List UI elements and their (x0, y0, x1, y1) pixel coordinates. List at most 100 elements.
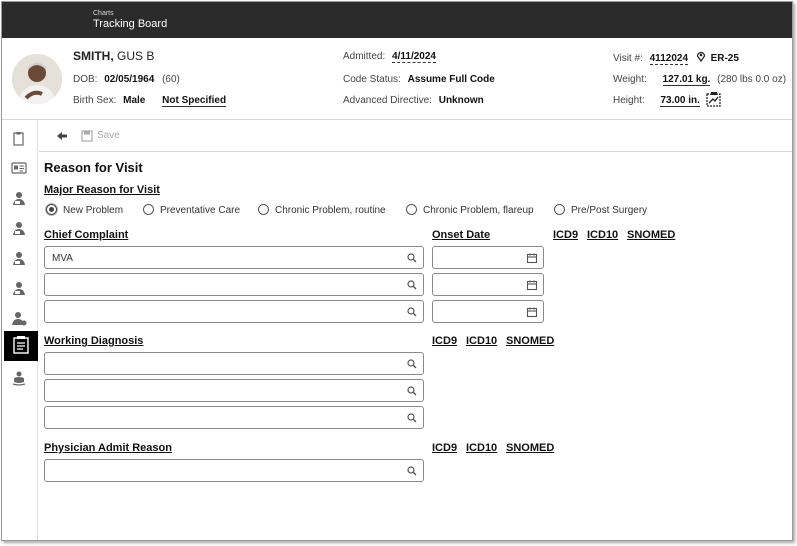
form-title: Reason for Visit (44, 160, 143, 175)
age-value: (60) (162, 74, 180, 85)
search-icon[interactable] (406, 252, 418, 264)
calendar-icon[interactable] (526, 306, 538, 318)
code-status-label: Code Status: (343, 74, 401, 85)
chief-complaint-value: MVA (52, 253, 73, 264)
gender-identity-link[interactable]: Not Specified (162, 95, 227, 107)
radio-label: Pre/Post Surgery (571, 205, 648, 216)
birth-sex-label: Birth Sex: (73, 95, 117, 106)
onset-date-field-3[interactable] (432, 300, 544, 323)
working-diagnosis-icd10-link[interactable]: ICD10 (466, 335, 497, 347)
visit-label: Visit #: (613, 53, 643, 64)
height-row: Height: 73.00 in. (613, 95, 700, 107)
admitted-row: Admitted: 4/11/2024 (343, 51, 436, 63)
calendar-icon[interactable] (526, 252, 538, 264)
admitted-value[interactable]: 4/11/2024 (392, 51, 436, 63)
dob-value: 02/05/1964 (104, 74, 155, 85)
top-bar: Charts Tracking Board (2, 2, 792, 38)
height-label: Height: (613, 95, 645, 106)
clipboard-icon[interactable] (10, 130, 28, 148)
radio-label: Chronic Problem, flareup (423, 205, 534, 216)
radio-indicator[interactable] (554, 204, 565, 215)
doctor-icon-3[interactable] (10, 249, 28, 267)
working-diagnosis-icd9-link[interactable]: ICD9 (432, 335, 457, 347)
app-window: Charts Tracking Board SMITH, GUS B DOB: … (1, 1, 793, 541)
back-arrow-icon[interactable] (55, 129, 69, 143)
toolbar: Save (39, 120, 792, 152)
search-icon[interactable] (406, 358, 418, 370)
admitted-label: Admitted: (343, 51, 386, 62)
chief-complaint-field-3[interactable] (44, 300, 424, 323)
reason-for-visit-nav-icon[interactable] (4, 331, 38, 361)
code-status-row: Code Status: Assume Full Code (343, 74, 495, 85)
radio-pre-post-surgery[interactable]: Pre/Post Surgery (554, 204, 647, 216)
birth-sex-row: Birth Sex: Male Not Specified (73, 95, 227, 107)
save-icon (81, 130, 93, 142)
id-card-icon[interactable] (10, 159, 28, 177)
radio-chronic-flareup[interactable]: Chronic Problem, flareup (406, 204, 534, 216)
working-diagnosis-snomed-link[interactable]: SNOMED (506, 335, 554, 347)
working-diagnosis-label: Working Diagnosis (44, 335, 144, 347)
chief-complaint-snomed-link[interactable]: SNOMED (627, 229, 675, 241)
advanced-directive-label: Advanced Directive: (343, 95, 432, 106)
left-nav (2, 120, 38, 540)
advanced-directive-value: Unknown (438, 95, 484, 106)
radio-indicator[interactable] (46, 204, 57, 215)
onset-date-label: Onset Date (432, 229, 491, 241)
chief-complaint-icd10-link[interactable]: ICD10 (587, 229, 618, 241)
physician-admit-reason-field[interactable] (44, 459, 424, 482)
patient-avatar (12, 54, 62, 104)
working-diagnosis-field-2[interactable] (44, 379, 424, 402)
height-value[interactable]: 73.00 in. (660, 95, 700, 107)
radio-indicator[interactable] (258, 204, 269, 215)
advanced-directive-row: Advanced Directive: Unknown (343, 95, 484, 106)
chief-complaint-icd9-link[interactable]: ICD9 (553, 229, 578, 241)
radio-label: New Problem (63, 205, 124, 216)
admit-reason-icd10-link[interactable]: ICD10 (466, 442, 497, 454)
working-diagnosis-field-1[interactable] (44, 352, 424, 375)
radio-label: Preventative Care (160, 205, 241, 216)
person-check-icon[interactable] (10, 309, 28, 327)
visit-row: Visit #: 4112024 ER-25 (613, 51, 739, 65)
radio-indicator[interactable] (406, 204, 417, 215)
radio-label: Chronic Problem, routine (275, 205, 386, 216)
radio-preventative-care[interactable]: Preventative Care (143, 204, 240, 216)
weight-alt-value: (280 lbs 0.0 oz) (717, 74, 787, 85)
radio-new-problem[interactable]: New Problem (46, 204, 123, 216)
chief-complaint-field-1[interactable]: MVA (44, 246, 424, 269)
doctor-icon-2[interactable] (10, 219, 28, 237)
birth-sex-value: Male (123, 95, 146, 106)
page-title: Tracking Board (93, 18, 168, 30)
patient-name: SMITH, GUS B (73, 49, 154, 63)
dob-row: DOB: 02/05/1964 (60) (73, 74, 180, 85)
doctor-icon-1[interactable] (10, 189, 28, 207)
weight-label: Weight: (613, 74, 647, 85)
visit-number[interactable]: 4112024 (649, 53, 689, 65)
radio-chronic-routine[interactable]: Chronic Problem, routine (258, 204, 386, 216)
calendar-icon[interactable] (526, 279, 538, 291)
code-status-value: Assume Full Code (407, 74, 495, 85)
radio-indicator[interactable] (143, 204, 154, 215)
search-icon[interactable] (406, 412, 418, 424)
search-icon[interactable] (406, 279, 418, 291)
weight-value[interactable]: 127.01 kg. (662, 74, 711, 86)
chief-complaint-field-2[interactable] (44, 273, 424, 296)
save-button[interactable]: Save (81, 129, 121, 143)
patient-first-name: GUS B (113, 49, 155, 63)
patient-last-name: SMITH, (73, 49, 114, 63)
chief-complaint-label: Chief Complaint (44, 229, 129, 241)
search-icon[interactable] (406, 465, 418, 477)
hand-care-icon[interactable] (10, 369, 28, 387)
search-icon[interactable] (406, 385, 418, 397)
admit-reason-icd9-link[interactable]: ICD9 (432, 442, 457, 454)
growth-chart-icon[interactable] (705, 91, 723, 109)
onset-date-field-1[interactable] (432, 246, 544, 269)
major-reason-label: Major Reason for Visit (44, 184, 160, 196)
doctor-icon-4[interactable] (10, 279, 28, 297)
admit-reason-snomed-link[interactable]: SNOMED (506, 442, 554, 454)
breadcrumb[interactable]: Charts (93, 10, 114, 17)
working-diagnosis-field-3[interactable] (44, 406, 424, 429)
onset-date-field-2[interactable] (432, 273, 544, 296)
search-icon[interactable] (406, 306, 418, 318)
weight-row: Weight: 127.01 kg. (280 lbs 0.0 oz) (613, 74, 787, 86)
location-pin-icon (696, 51, 706, 63)
